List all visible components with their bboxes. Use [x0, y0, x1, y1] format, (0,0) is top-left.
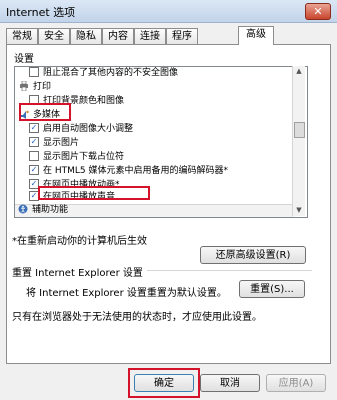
- settings-group-label: 设置: [14, 54, 34, 65]
- scroll-thumb[interactable]: [294, 122, 305, 138]
- highlight-box-play-sounds: [38, 186, 150, 200]
- tab-connections[interactable]: 连接: [134, 28, 166, 44]
- checkbox[interactable]: [29, 67, 39, 77]
- printer-icon: [19, 80, 29, 91]
- tab-general[interactable]: 常规: [6, 28, 38, 44]
- close-button[interactable]: ✕: [305, 3, 331, 20]
- accessibility-icon: [18, 204, 28, 214]
- settings-category: 打印: [19, 80, 52, 93]
- category-label: 辅助功能: [32, 205, 69, 215]
- setting-label: 显示图片下载占位符: [43, 152, 125, 162]
- settings-list-item[interactable]: ✓ 在 HTML5 媒体元素中启用备用的编码解码器*: [29, 164, 228, 177]
- title-bar: Internet 选项 ✕: [0, 0, 337, 23]
- checkbox[interactable]: [29, 150, 39, 161]
- setting-label: 在 HTML5 媒体元素中启用备用的编码解码器*: [43, 166, 228, 176]
- tab-programs[interactable]: 程序: [166, 28, 198, 44]
- category-label: 打印: [33, 82, 52, 92]
- highlight-box-ok: [128, 368, 200, 398]
- settings-list-item[interactable]: 显示图片下载占位符: [29, 150, 125, 163]
- setting-label: 显示图片: [43, 138, 80, 148]
- tab-security[interactable]: 安全: [38, 28, 70, 44]
- accessibility-row: 辅助功能: [18, 204, 68, 216]
- tab-content[interactable]: 内容: [102, 28, 134, 44]
- highlight-box-multimedia: [19, 103, 71, 121]
- window-title: Internet 选项: [6, 6, 76, 19]
- settings-list-item[interactable]: ✓ 显示图片: [29, 136, 80, 149]
- restore-advanced-settings-button[interactable]: 还原高级设置(R): [200, 246, 306, 264]
- checkbox-checked[interactable]: ✓: [29, 164, 39, 175]
- restart-note: *在重新启动你的计算机后生效: [12, 236, 147, 247]
- checkbox-checked[interactable]: ✓: [29, 136, 39, 147]
- tab-privacy[interactable]: 隐私: [70, 28, 102, 44]
- reset-button[interactable]: 重置(S)...: [239, 280, 305, 298]
- settings-list-item[interactable]: 阻止混合了其他内容的不安全图像: [29, 67, 178, 79]
- cancel-button[interactable]: 取消: [200, 374, 260, 392]
- vertical-scrollbar[interactable]: ▲ ▼: [292, 66, 305, 216]
- reset-note: 只有在浏览器处于无法使用的状态时，才应使用此设置。: [12, 312, 262, 323]
- apply-button[interactable]: 应用(A): [266, 374, 326, 392]
- checkbox-checked[interactable]: ✓: [29, 122, 39, 133]
- reset-description: 将 Internet Explorer 设置重置为默认设置。: [26, 288, 227, 299]
- setting-label: 阻止混合了其他内容的不安全图像: [43, 68, 179, 78]
- settings-list-item[interactable]: ✓ 启用自动图像大小调整: [29, 122, 134, 135]
- scroll-down-arrow-icon[interactable]: ▼: [293, 205, 305, 216]
- tab-advanced[interactable]: 高级: [238, 26, 274, 45]
- scroll-up-arrow-icon[interactable]: ▲: [293, 66, 305, 77]
- setting-label: 启用自动图像大小调整: [43, 124, 134, 134]
- reset-group-label: 重置 Internet Explorer 设置: [12, 264, 147, 279]
